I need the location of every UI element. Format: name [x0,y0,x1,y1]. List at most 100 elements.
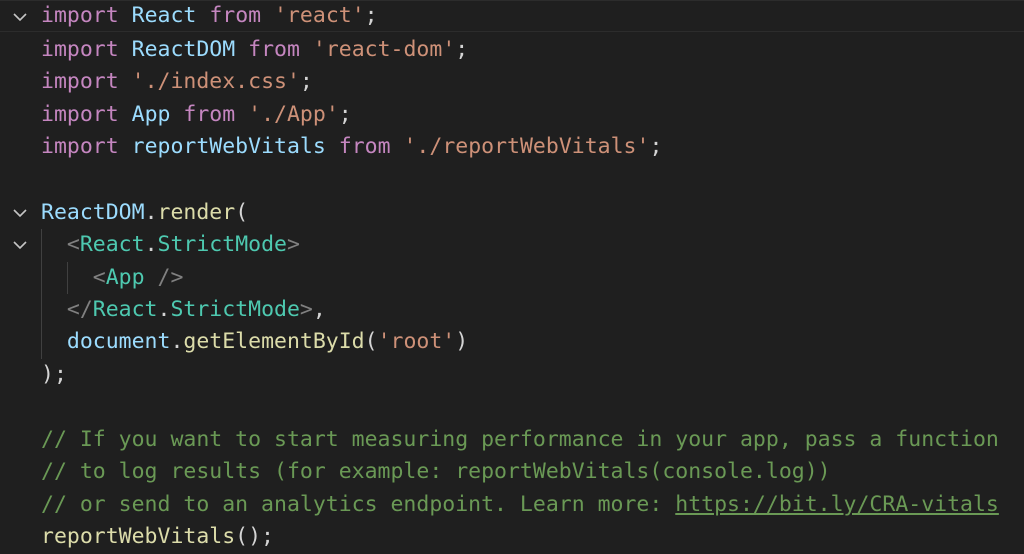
code-text: </React.StrictMode>, [41,294,326,326]
code-token: // to log results (for example: reportWe… [41,459,831,484]
code-token: </ [66,297,93,322]
code-token: from [338,134,391,159]
code-token: ) [455,329,469,354]
code-text: ReactDOM.render( [41,197,248,229]
code-token: getElementById [183,329,365,354]
code-token: 'react' [274,3,365,28]
code-text: import ReactDOM from 'react-dom'; [41,34,468,66]
code-line[interactable]: import reportWebVitals from './reportWeb… [0,131,1024,163]
code-text: import reportWebVitals from './reportWeb… [41,131,662,163]
code-text: // to log results (for example: reportWe… [41,456,831,488]
code-token: from [209,3,262,28]
code-token: ( [235,200,249,225]
code-token: ReactDOM [131,37,236,62]
code-line[interactable]: reportWebVitals(); [0,521,1024,553]
code-text: reportWebVitals(); [41,521,274,553]
code-token: < [92,265,106,290]
code-text: <React.StrictMode> [41,229,300,261]
code-token: './reportWebVitals' [403,134,650,159]
code-token: < [66,232,80,257]
code-token: import [41,37,119,62]
code-text: document.getElementById('root') [41,326,468,358]
code-token: './App' [248,102,339,127]
code-line[interactable] [0,391,1024,423]
code-token: from [248,37,300,62]
code-line[interactable]: import App from './App'; [0,99,1024,131]
code-token: React [79,232,145,257]
code-token[interactable]: https://bit.ly/CRA-vitals [675,492,999,517]
code-text: // or send to an analytics endpoint. Lea… [41,489,999,521]
code-text: <App /> [41,262,184,294]
code-text: import React from 'react'; [41,1,378,31]
code-token: ; [455,37,469,62]
code-token: (); [235,524,275,549]
code-token: './index.css' [131,69,300,94]
code-editor[interactable]: import React from 'react'; import ReactDO… [0,0,1024,554]
code-token: . [144,200,158,225]
code-line[interactable]: import ReactDOM from 'react-dom'; [0,34,1024,66]
code-line[interactable] [0,164,1024,196]
code-token: . [157,297,171,322]
code-token: 'root' [377,329,456,354]
code-token: ); [41,362,67,387]
code-line[interactable]: import './index.css'; [0,66,1024,98]
code-token: ReactDOM [41,200,145,225]
code-token: React [92,297,158,322]
code-token: reportWebVitals [131,134,326,159]
code-token: import [41,69,119,94]
code-token: import [41,3,119,28]
code-token: ; [338,102,352,127]
code-line[interactable]: // or send to an analytics endpoint. Lea… [0,489,1024,521]
code-token: ( [364,329,378,354]
chevron-down-icon[interactable] [9,197,31,229]
code-text: ); [41,359,67,391]
code-text: import './index.css'; [41,66,313,98]
code-text: import App from './App'; [41,99,352,131]
code-token: document [66,329,171,354]
code-token: React [131,3,197,28]
code-token: // or send to an analytics endpoint. Lea… [41,492,676,517]
code-token: , [312,297,326,322]
code-line[interactable]: // If you want to start measuring perfor… [0,424,1024,456]
code-token: App [105,265,145,290]
code-token: > [299,297,313,322]
code-token: /> [144,265,184,290]
code-line[interactable]: document.getElementById('root') [0,326,1024,358]
code-line[interactable]: import React from 'react'; [0,0,1024,32]
code-token: . [144,232,158,257]
code-token: ; [364,3,378,28]
code-line[interactable]: ReactDOM.render( [0,197,1024,229]
code-token: reportWebVitals [41,524,236,549]
code-token: 'react-dom' [312,37,456,62]
chevron-down-icon[interactable] [9,229,31,261]
code-token: import [41,102,119,127]
code-token: ; [649,134,663,159]
indent-guide [41,229,42,359]
code-line[interactable]: ); [0,359,1024,391]
code-token: import [41,134,119,159]
code-text: // If you want to start measuring perfor… [41,424,999,456]
chevron-down-icon[interactable] [9,1,31,33]
code-line[interactable]: // to log results (for example: reportWe… [0,456,1024,488]
code-token: StrictMode [170,297,300,322]
code-line[interactable]: </React.StrictMode>, [0,294,1024,326]
code-token: . [170,329,184,354]
code-token: render [157,200,236,225]
code-token: // If you want to start measuring perfor… [41,427,999,452]
code-token: App [131,102,171,127]
indent-guide [67,262,68,294]
code-line[interactable]: <React.StrictMode> [0,229,1024,261]
code-line[interactable]: <App /> [0,262,1024,294]
